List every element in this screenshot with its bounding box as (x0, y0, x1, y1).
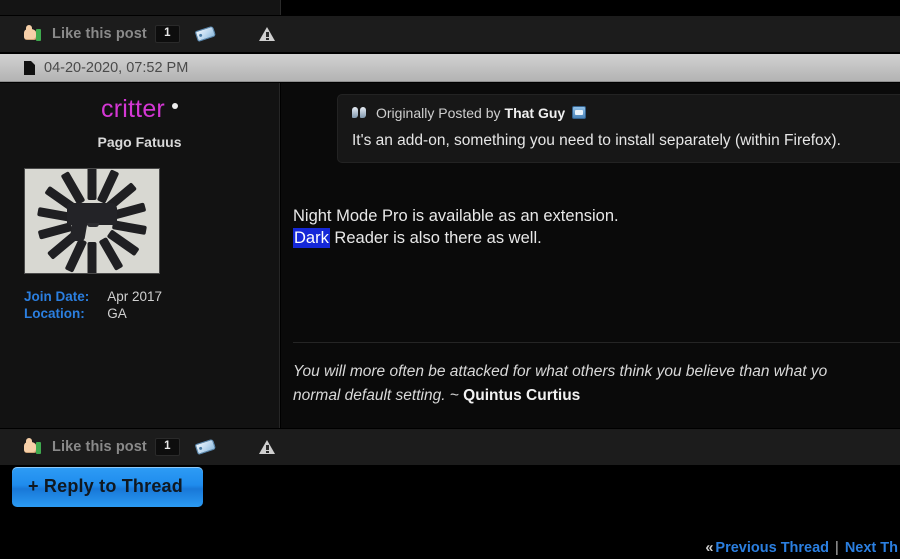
quote-author[interactable]: That Guy (505, 105, 566, 121)
view-post-icon[interactable] (572, 105, 587, 119)
username-text: critter (101, 95, 165, 123)
like-bar-bottom: Like this post 1 (0, 428, 900, 466)
location-value: GA (107, 306, 127, 321)
reply-area: + Reply to Thread (0, 467, 900, 512)
quote-box: Originally Posted by That Guy It's an ad… (337, 94, 900, 163)
signature-quote-tail: normal default setting. ~ (293, 387, 464, 404)
join-date-label: Join Date: (24, 289, 90, 304)
handgun-graphic (67, 203, 117, 227)
warning-triangle-icon[interactable] (258, 439, 276, 455)
post-date-bar: 04-20-2020, 07:52 PM (0, 54, 900, 82)
post-page-icon[interactable] (24, 60, 35, 75)
previous-post-remnant-right (281, 0, 900, 15)
like-count-badge: 1 (154, 437, 180, 457)
post-user-panel: critter Pago Fatuus Join Date: Apr 2017 … (0, 83, 280, 428)
avatar[interactable] (24, 168, 160, 274)
message-line-2-rest: Reader is also there as well. (329, 229, 542, 247)
location-label: Location: (24, 306, 85, 321)
signature-attribution: Quintus Curtius (463, 387, 581, 404)
user-title: Pago Fatuus (97, 134, 182, 150)
post-message: Night Mode Pro is available as an extens… (293, 205, 619, 249)
post-signature: You will more often be attacked for what… (293, 360, 900, 408)
previous-post-remnant-left (0, 0, 281, 15)
post-container: critter Pago Fatuus Join Date: Apr 2017 … (0, 83, 900, 428)
warning-triangle-icon[interactable] (258, 26, 276, 42)
message-line-1: Night Mode Pro is available as an extens… (293, 207, 619, 225)
like-this-post-label[interactable]: Like this post (52, 26, 147, 42)
previous-chevron-icon: « (705, 540, 714, 556)
signature-divider (293, 342, 900, 343)
thumbs-up-icon[interactable] (24, 437, 43, 457)
post-username[interactable]: critter (0, 95, 279, 124)
signature-line-2: normal default setting. ~ Quintus Curtiu… (293, 384, 900, 408)
next-thread-link[interactable]: Next Th (845, 540, 898, 556)
like-bar-top: Like this post 1 (0, 15, 900, 53)
quote-prefix: Originally Posted by (376, 105, 501, 121)
reply-to-thread-button[interactable]: + Reply to Thread (12, 467, 203, 507)
info-row-join-date: Join Date: Apr 2017 (24, 288, 162, 305)
message-line-2: Dark Reader is also there as well. (293, 227, 619, 249)
like-count-badge: 1 (154, 24, 180, 44)
post-date: 04-20-2020, 07:52 PM (44, 59, 189, 76)
info-row-location: Location: GA (24, 305, 162, 322)
tag-icon[interactable] (194, 23, 219, 45)
like-this-post-label[interactable]: Like this post (52, 439, 147, 455)
quote-marks-icon (352, 107, 368, 119)
thumbs-up-icon[interactable] (24, 24, 43, 44)
thread-navigation: «Previous Thread | Next Th (705, 540, 900, 556)
previous-thread-link[interactable]: Previous Thread (715, 540, 829, 556)
user-info-table: Join Date: Apr 2017 Location: GA (24, 288, 162, 322)
signature-line-1: You will more often be attacked for what… (293, 363, 828, 380)
highlighted-text: Dark (293, 228, 330, 248)
nav-separator: | (835, 540, 839, 556)
tag-icon[interactable] (194, 436, 219, 458)
join-date-value: Apr 2017 (107, 289, 163, 304)
online-status-dot (171, 103, 178, 110)
quote-header: Originally Posted by That Guy (352, 105, 900, 121)
forum-thread-page: Like this post 1 04-20-2020, 07:52 PM cr… (0, 0, 900, 559)
post-content-panel: Originally Posted by That Guy It's an ad… (281, 83, 900, 428)
quote-text: It's an add-on, something you need to in… (352, 132, 841, 149)
